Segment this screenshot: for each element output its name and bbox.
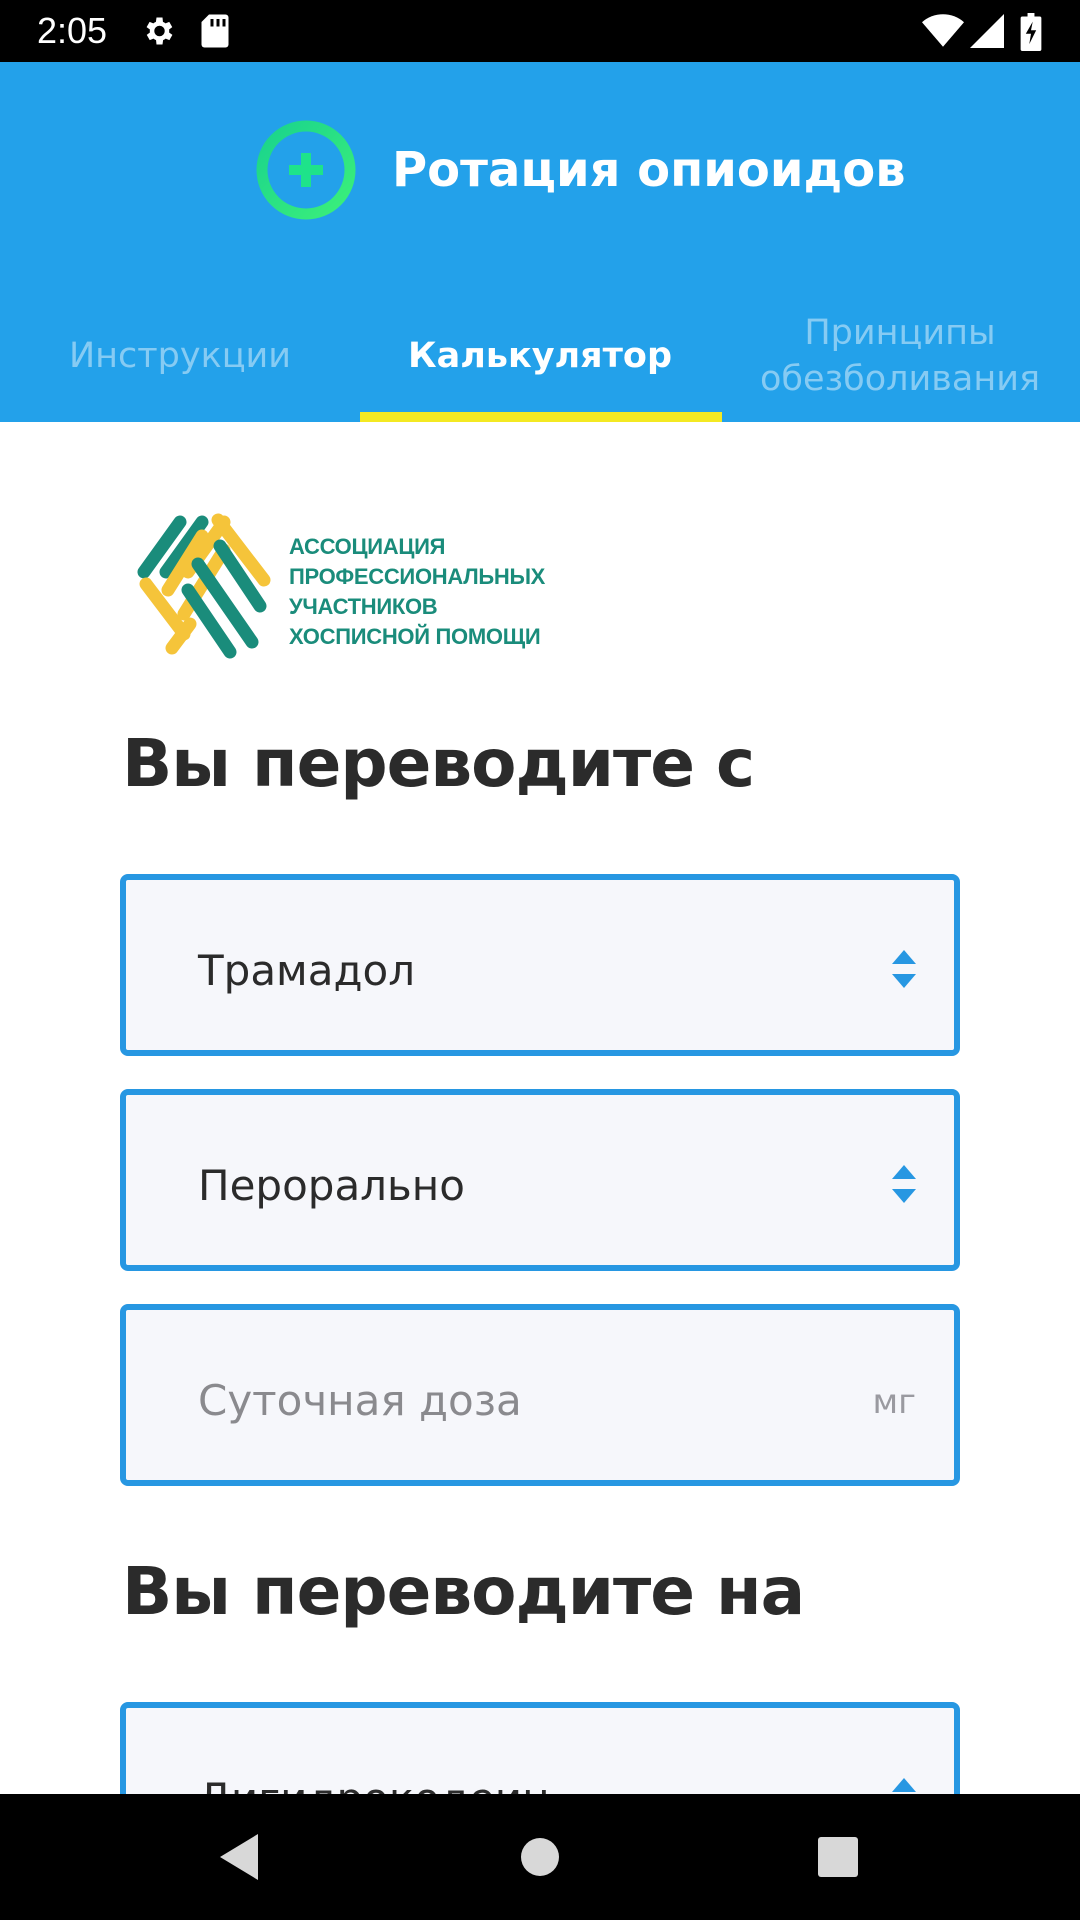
association-name-line: ПРОФЕССИОНАЛЬНЫХ [289,564,546,589]
select-arrows-icon [892,1778,916,1792]
tab-principles[interactable]: Принципы обезболивания [720,290,1080,422]
tab-calculator[interactable]: Калькулятор [360,290,720,422]
home-circle-icon[interactable] [480,1794,600,1920]
association-name-line: ХОСПИСНОЙ ПОМОЩИ [289,624,541,649]
association-name: АССОЦИАЦИЯ ПРОФЕССИОНАЛЬНЫХ УЧАСТНИКОВ Х… [289,532,549,652]
to-drug-value: Дигидрокодеин [198,1774,550,1794]
from-drug-value: Трамадол [198,946,416,995]
tab-label: Инструкции [68,336,292,376]
recents-square-icon[interactable] [778,1794,898,1920]
from-section-heading: Вы переводите с [122,725,755,802]
organization-logo: АССОЦИАЦИЯ ПРОФЕССИОНАЛЬНЫХ УЧАСТНИКОВ Х… [132,502,545,662]
app-title: Ротация опиоидов [392,142,906,198]
signal-icon [970,14,1004,48]
association-name-line: УЧАСТНИКОВ [289,594,438,619]
from-route-value: Перорально [198,1161,465,1210]
tab-label: Калькулятор [407,336,673,376]
back-triangle-icon[interactable] [180,1794,300,1920]
wifi-icon [922,14,964,47]
plus-circle-icon [256,120,356,220]
tab-bar: Инструкции Калькулятор Принципы обезболи… [0,290,1080,422]
to-drug-select[interactable]: Дигидрокодеин [120,1702,960,1794]
daily-dose-input[interactable]: Суточная доза мг [120,1304,960,1486]
from-drug-select[interactable]: Трамадол [120,874,960,1056]
sd-card-icon [201,14,229,48]
status-bar: 2:05 [0,0,1080,62]
association-logo-icon [137,513,271,659]
calculator-content[interactable]: АССОЦИАЦИЯ ПРОФЕССИОНАЛЬНЫХ УЧАСТНИКОВ Х… [0,422,1080,1794]
app-header: Ротация опиоидов Инструкции Калькулятор … [0,62,1080,422]
select-arrows-icon [892,1165,916,1203]
dose-unit-label: мг [872,1382,916,1422]
tab-label: Принципы обезболивания [759,313,1041,399]
from-route-select[interactable]: Перорально [120,1089,960,1271]
daily-dose-placeholder: Суточная доза [198,1376,522,1425]
status-time: 2:05 [37,10,108,51]
active-tab-indicator [360,412,722,422]
gear-icon [146,17,173,45]
tab-instructions[interactable]: Инструкции [0,290,360,422]
to-section-heading: Вы переводите на [122,1553,805,1630]
select-arrows-icon [892,950,916,988]
association-name-line: АССОЦИАЦИЯ [289,534,446,559]
system-navigation-bar [0,1794,1080,1920]
battery-charging-icon [1020,13,1042,51]
